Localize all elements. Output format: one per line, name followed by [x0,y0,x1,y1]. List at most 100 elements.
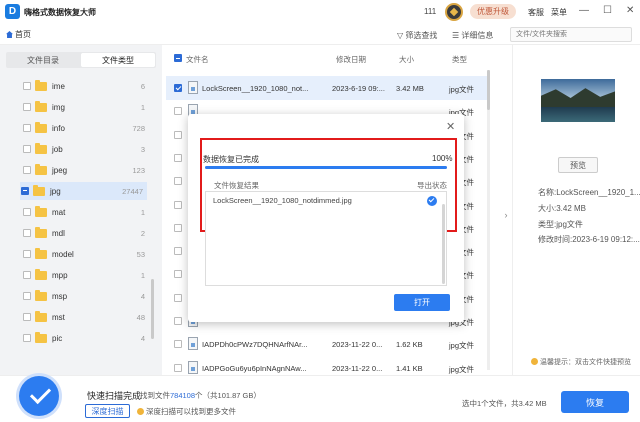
folder-name: pic [52,333,63,343]
preview-panel: › 预览 名称:LockScreen__1920_1... 大小:3.42 MB… [505,45,640,375]
deep-scan-button[interactable]: 深度扫描 [85,404,130,418]
row-checkbox[interactable] [174,293,182,302]
folder-checkbox[interactable] [23,229,31,237]
found-prefix: 找到文件 [140,391,170,400]
folder-checkbox[interactable] [23,82,31,90]
folder-icon [35,310,47,322]
preview-button[interactable]: 预览 [558,157,598,173]
upgrade-button[interactable]: 优惠升级 [470,4,516,19]
row-checkbox[interactable] [174,84,182,92]
minimize-icon[interactable]: — [579,5,589,16]
recovery-dialog: ✕ 数据恢复已完成 100% 文件恢复结果 导出状态 LockScreen__1… [188,114,464,322]
row-checkbox[interactable] [174,223,182,232]
preview-modified: 修改时间:2023-6-19 09:12:... [538,235,640,244]
close-icon[interactable]: ✕ [626,5,634,16]
file-type-panel: 文件目录 文件类型 ime 6 img 1 info 728 job 3 jpeg 123 jpg 2… [0,45,162,375]
folder-icon [35,205,47,217]
row-checkbox[interactable] [174,107,182,116]
folder-item-ime[interactable]: ime 6 [22,77,149,95]
folder-item-img[interactable]: img 1 [22,98,149,116]
folder-checkbox[interactable] [23,208,31,216]
tab-file-directory[interactable]: 文件目录 [6,52,80,68]
folder-item-job[interactable]: job 3 [22,140,149,158]
folder-item-mdl[interactable]: mdl 2 [22,224,149,242]
folder-item-jpeg[interactable]: jpeg 123 [22,161,149,179]
panel-tabs: 文件目录 文件类型 [6,52,156,68]
row-checkbox[interactable] [174,200,182,209]
dialog-close-icon[interactable]: ✕ [446,120,455,133]
customer-service-button[interactable]: 客服 [528,7,544,18]
preview-type: 类型:jpg文件 [538,220,583,229]
folder-checkbox[interactable] [23,271,31,279]
scrollbar-thumb[interactable] [487,70,490,110]
home-button[interactable]: 首页 [6,29,31,40]
folder-name: mst [52,312,65,322]
folder-item-msp[interactable]: msp 4 [22,287,149,305]
maximize-icon[interactable]: ☐ [603,5,612,16]
file-row[interactable]: LockScreen__1920_1080_not... 2023-6-19 09… [166,76,489,100]
select-all-checkbox[interactable] [174,54,182,62]
tab-file-type[interactable]: 文件类型 [81,53,155,67]
recover-button[interactable]: 恢复 [561,391,629,413]
folder-checkbox[interactable] [23,250,31,258]
column-type[interactable]: 类型 [452,54,467,65]
folder-item-model[interactable]: model 53 [22,245,149,263]
filter-button[interactable]: ▽ 筛选查找 [397,30,437,41]
row-checkbox[interactable] [174,153,182,162]
folder-item-mst[interactable]: mst 48 [22,308,149,326]
file-list-scrollbar[interactable] [487,70,490,370]
folder-checkbox[interactable] [23,334,31,342]
folder-checkbox[interactable] [21,187,29,195]
details-button[interactable]: ☰ 详细信息 [452,30,493,41]
folder-checkbox[interactable] [23,166,31,174]
folder-item-jpg[interactable]: jpg 27447 [20,182,147,200]
result-item[interactable]: LockScreen__1920_1080_notdimmed.jpg [213,196,352,205]
folder-name: info [52,123,65,133]
folder-count: 6 [140,81,145,91]
folder-count: 3 [140,144,145,154]
row-checkbox[interactable] [174,270,182,279]
column-name[interactable]: 文件名 [186,54,209,65]
file-row[interactable]: IADPDh0cPWz7DQHNArfNAr... 2023-11-22 0...… [166,332,489,356]
medal-icon[interactable] [445,3,463,21]
points-count: 111 [424,7,437,16]
folder-count: 53 [136,249,145,259]
open-button[interactable]: 打开 [394,294,450,311]
folder-name: jpeg [52,165,68,175]
column-size[interactable]: 大小 [399,54,414,65]
folder-item-info[interactable]: info 728 [22,119,149,137]
column-date[interactable]: 修改日期 [336,54,366,65]
folder-icon [35,268,47,280]
row-checkbox[interactable] [174,340,182,349]
folder-checkbox[interactable] [23,124,31,132]
row-checkbox[interactable] [174,130,182,139]
left-scrollbar[interactable] [151,279,154,339]
folder-item-pic[interactable]: pic 4 [22,329,149,347]
row-checkbox[interactable] [174,363,182,372]
app-title: 嗨格式数据恢复大师 [24,8,96,17]
row-checkbox[interactable] [174,177,182,186]
folder-checkbox[interactable] [23,292,31,300]
app-logo-icon: D [5,4,20,19]
folder-item-mat[interactable]: mat 1 [22,203,149,221]
folder-icon [35,331,47,343]
deep-scan-tip: 深度扫描可以找到更多文件 [137,406,236,417]
row-checkbox[interactable] [174,317,182,325]
file-name: IADPGoGu6yu6pInNAgnNAw... [202,363,307,373]
folder-name: model [52,249,74,259]
folder-icon [35,226,47,238]
folder-checkbox[interactable] [23,103,31,111]
folder-count: 728 [132,123,145,133]
scan-complete-icon [19,376,59,416]
menu-button[interactable]: 菜单 [551,7,567,18]
folder-checkbox[interactable] [23,313,31,321]
folder-item-mpp[interactable]: mpp 1 [22,266,149,284]
file-list-header: 文件名 修改日期 大小 类型 [162,54,492,66]
result-scrollbar[interactable] [442,204,445,284]
folder-checkbox[interactable] [23,145,31,153]
search-input[interactable] [510,27,632,42]
image-file-icon [188,360,198,374]
collapse-arrow-icon[interactable]: › [501,205,511,225]
row-checkbox[interactable] [174,247,182,256]
folder-icon [33,184,45,196]
